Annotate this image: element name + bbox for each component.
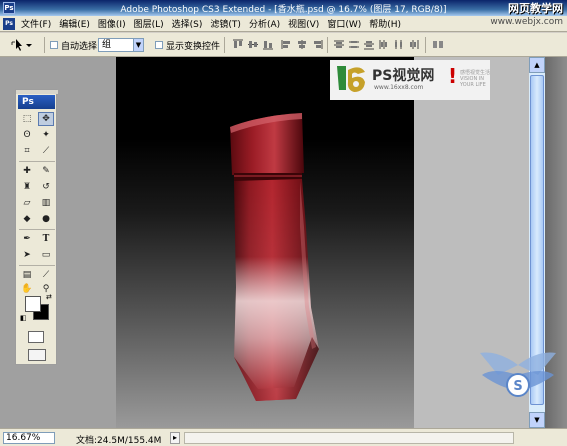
status-menu-icon[interactable]: ▸ bbox=[170, 432, 180, 444]
marquee-tool-icon[interactable]: ⬚ bbox=[19, 112, 35, 126]
show-transform-checkbox[interactable] bbox=[155, 41, 163, 49]
gradient-tool-icon[interactable]: ▥ bbox=[38, 196, 54, 210]
type-tool-icon[interactable]: T bbox=[38, 232, 54, 246]
horizontal-scrollbar[interactable] bbox=[184, 432, 514, 444]
notes-tool-icon[interactable]: ▤ bbox=[19, 268, 35, 282]
menu-view[interactable]: 视图(V) bbox=[284, 17, 323, 30]
move-tool-preset-icon[interactable] bbox=[10, 38, 34, 52]
menu-layer[interactable]: 图层(L) bbox=[130, 17, 168, 30]
foreground-color-swatch[interactable] bbox=[25, 296, 41, 312]
perfume-bottle bbox=[230, 113, 319, 401]
pen-tool-icon[interactable]: ✒ bbox=[19, 232, 35, 246]
scroll-up-icon[interactable]: ▲ bbox=[529, 57, 545, 73]
distribute-left-icon[interactable] bbox=[378, 39, 390, 50]
tool-separator bbox=[19, 265, 55, 266]
eyedropper-tool-icon[interactable]: ⟋ bbox=[38, 268, 54, 282]
menu-file[interactable]: 文件(F) bbox=[17, 17, 55, 30]
exclamation-icon: ! bbox=[448, 64, 458, 88]
menu-bar: Ps 文件(F) 编辑(E) 图像(I) 图层(L) 选择(S) 滤镜(T) 分… bbox=[0, 16, 567, 32]
watermark-tagline: 感悟视觉生活 VISION IN YOUR LIFE bbox=[460, 70, 491, 88]
title-bar: Ps Adobe Photoshop CS3 Extended - [香水瓶.p… bbox=[0, 0, 567, 16]
align-vcenter-icon[interactable] bbox=[247, 39, 259, 50]
watermark: PS视觉网 www.16xx8.com ! 感悟视觉生活 VISION IN Y… bbox=[330, 60, 490, 100]
screen-mode-icon[interactable] bbox=[28, 349, 46, 361]
panel-grip[interactable] bbox=[16, 90, 58, 94]
zoom-field[interactable]: 16.67% bbox=[3, 432, 55, 444]
brush-tool-icon[interactable]: ✎ bbox=[38, 164, 54, 178]
align-left-icon[interactable] bbox=[281, 39, 293, 50]
dodge-tool-icon[interactable]: ● bbox=[38, 212, 54, 226]
auto-select-checkbox[interactable] bbox=[50, 41, 58, 49]
menu-help[interactable]: 帮助(H) bbox=[365, 17, 405, 30]
tools-panel: Ps ⬚ ✥ ʘ ✦ ⌗ ⟋ ✚ ✎ ♜ ↺ ▱ ▥ ◆ ● ✒ T ➤ ▭ ▤… bbox=[15, 89, 58, 365]
history-brush-tool-icon[interactable]: ↺ bbox=[38, 180, 54, 194]
options-bar: 自动选择: 组 ▼ 显示变换控件 bbox=[0, 33, 567, 57]
hand-tool-icon[interactable]: ✋ bbox=[19, 282, 35, 296]
menu-filter[interactable]: 滤镜(T) bbox=[206, 17, 245, 30]
clone-stamp-tool-icon[interactable]: ♜ bbox=[19, 180, 35, 194]
menu-edit[interactable]: 编辑(E) bbox=[55, 17, 94, 30]
blur-tool-icon[interactable]: ◆ bbox=[19, 212, 35, 226]
crop-tool-icon[interactable]: ⌗ bbox=[19, 144, 35, 158]
distribute-bottom-icon[interactable] bbox=[363, 39, 375, 50]
document-canvas[interactable] bbox=[116, 57, 414, 428]
shape-tool-icon[interactable]: ▭ bbox=[38, 248, 54, 262]
show-transform-label: 显示变换控件 bbox=[166, 42, 221, 52]
svg-text:S: S bbox=[513, 379, 522, 394]
quick-mask-icon[interactable] bbox=[28, 331, 44, 343]
site-logo bbox=[337, 66, 365, 92]
auto-select-dropdown[interactable]: 组 ▼ bbox=[98, 38, 144, 52]
watermark-title: PS视觉网 bbox=[372, 68, 435, 84]
magic-wand-tool-icon[interactable]: ✦ bbox=[38, 128, 54, 142]
lasso-tool-icon[interactable]: ʘ bbox=[19, 128, 35, 142]
align-right-icon[interactable] bbox=[311, 39, 323, 50]
eraser-tool-icon[interactable]: ▱ bbox=[19, 196, 35, 210]
menu-select[interactable]: 选择(S) bbox=[168, 17, 207, 30]
distribute-top-icon[interactable] bbox=[333, 39, 345, 50]
brand-badge: 网页教学网 bbox=[508, 2, 563, 15]
move-tool-icon[interactable]: ✥ bbox=[38, 112, 54, 126]
distribute-vcenter-icon[interactable] bbox=[348, 39, 360, 50]
auto-align-layers-icon[interactable] bbox=[432, 39, 444, 50]
distribute-hcenter-icon[interactable] bbox=[393, 39, 405, 50]
window-title: Adobe Photoshop CS3 Extended - [香水瓶.psd … bbox=[120, 5, 447, 15]
document-icon[interactable]: Ps bbox=[3, 17, 15, 30]
menu-image[interactable]: 图像(I) bbox=[94, 17, 130, 30]
separator bbox=[327, 37, 328, 53]
auto-select-value: 组 bbox=[102, 40, 112, 50]
panel-ps-badge: Ps bbox=[18, 95, 55, 109]
default-colors-icon[interactable]: ◧ bbox=[20, 314, 27, 322]
site-url: www.webjx.com bbox=[490, 17, 563, 27]
path-selection-tool-icon[interactable]: ➤ bbox=[19, 248, 35, 262]
auto-select-label: 自动选择: bbox=[61, 42, 101, 52]
separator bbox=[44, 37, 45, 53]
healing-brush-tool-icon[interactable]: ✚ bbox=[19, 164, 35, 178]
tool-separator bbox=[19, 161, 55, 162]
align-bottom-icon[interactable] bbox=[262, 39, 274, 50]
menu-analysis[interactable]: 分析(A) bbox=[245, 17, 284, 30]
chevron-down-icon[interactable]: ▼ bbox=[133, 39, 143, 51]
align-top-icon[interactable] bbox=[232, 39, 244, 50]
menu-window[interactable]: 窗口(W) bbox=[323, 17, 365, 30]
tool-separator bbox=[19, 229, 55, 230]
watermark-url: www.16xx8.com bbox=[374, 84, 424, 91]
align-hcenter-icon[interactable] bbox=[296, 39, 308, 50]
swap-colors-icon[interactable]: ⇄ bbox=[46, 293, 52, 301]
site-seal: S bbox=[480, 352, 556, 397]
distribute-right-icon[interactable] bbox=[408, 39, 420, 50]
separator bbox=[425, 37, 426, 53]
separator bbox=[224, 37, 225, 53]
slice-tool-icon[interactable]: ⟋ bbox=[38, 144, 54, 158]
document-size: 文档:24.5M/155.4M bbox=[76, 436, 162, 446]
